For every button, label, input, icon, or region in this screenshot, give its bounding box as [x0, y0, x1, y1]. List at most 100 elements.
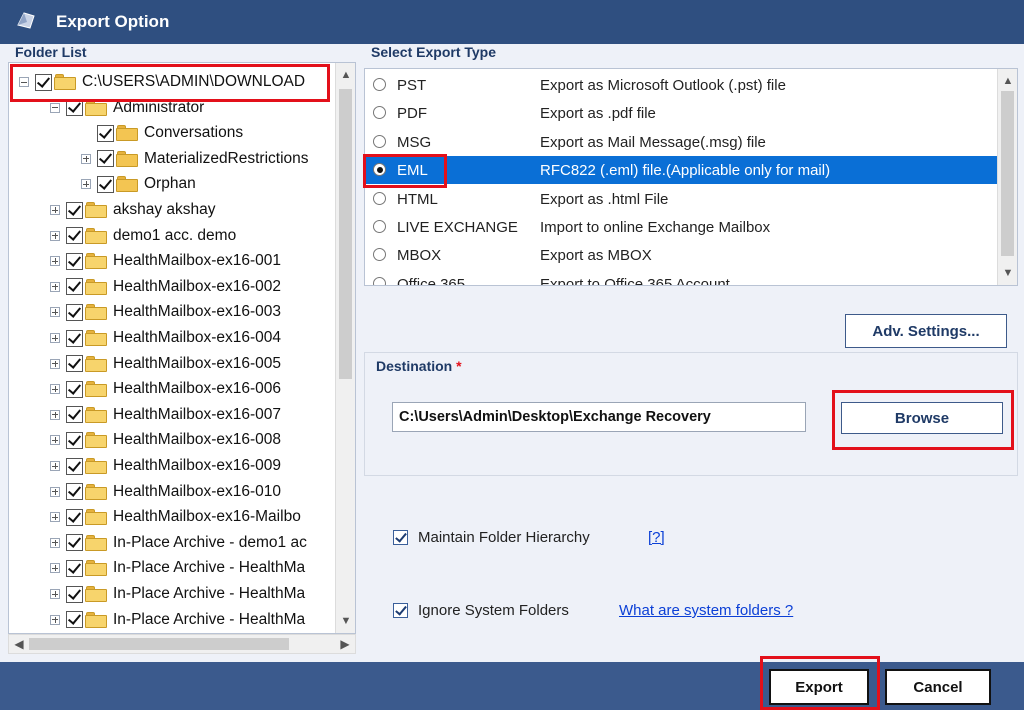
folder-checkbox[interactable] — [66, 355, 83, 373]
folder-tree-item[interactable]: Administrator — [50, 96, 204, 120]
expand-icon[interactable] — [50, 614, 60, 625]
expand-icon[interactable] — [50, 563, 60, 574]
folder-checkbox[interactable] — [66, 380, 83, 398]
scroll-down-icon[interactable]: ▼ — [336, 611, 355, 631]
folder-checkbox[interactable] — [66, 278, 83, 296]
folder-checkbox[interactable] — [66, 457, 83, 475]
folder-checkbox[interactable] — [66, 508, 83, 526]
expand-icon[interactable] — [50, 358, 60, 369]
folder-checkbox[interactable] — [66, 534, 83, 552]
tree-horizontal-scrollbar[interactable]: ◀ ▶ — [8, 634, 356, 654]
hscroll-thumb[interactable] — [29, 638, 289, 650]
expand-icon[interactable] — [50, 281, 60, 292]
scroll-up-icon[interactable]: ▲ — [336, 65, 355, 85]
radio-button[interactable] — [373, 78, 386, 91]
expand-icon[interactable] — [50, 384, 60, 395]
folder-checkbox[interactable] — [66, 483, 83, 501]
folder-tree-item[interactable]: HealthMailbox-ex16-007 — [50, 403, 281, 427]
folder-checkbox[interactable] — [66, 252, 83, 270]
expand-icon[interactable] — [50, 307, 60, 318]
folder-checkbox[interactable] — [66, 99, 83, 117]
scroll-up-icon[interactable]: ▲ — [998, 71, 1017, 91]
folder-tree-item[interactable]: demo1 acc. demo — [50, 224, 236, 248]
export-type-option[interactable]: LIVE EXCHANGE Import to online Exchange M… — [365, 213, 997, 241]
destination-path-field[interactable]: C:\Users\Admin\Desktop\Exchange Recovery — [392, 402, 806, 432]
export-button[interactable]: Export — [769, 669, 869, 705]
folder-tree-item[interactable]: HealthMailbox-ex16-Mailbo — [50, 505, 301, 529]
expand-icon[interactable] — [50, 435, 60, 446]
cancel-button[interactable]: Cancel — [885, 669, 991, 705]
folder-checkbox[interactable] — [66, 201, 83, 219]
folder-tree-item[interactable]: In-Place Archive - demo1 ac — [50, 531, 307, 555]
scroll-thumb[interactable] — [1001, 91, 1014, 256]
browse-button[interactable]: Browse — [841, 402, 1003, 434]
folder-checkbox[interactable] — [66, 559, 83, 577]
scroll-down-icon[interactable]: ▼ — [998, 263, 1017, 283]
folder-tree-item[interactable]: HealthMailbox-ex16-008 — [50, 428, 281, 452]
adv-settings-button[interactable]: Adv. Settings... — [845, 314, 1007, 348]
folder-tree-item[interactable]: HealthMailbox-ex16-001 — [50, 249, 281, 273]
maintain-hierarchy-checkbox[interactable] — [393, 530, 408, 545]
folder-tree-item[interactable]: HealthMailbox-ex16-004 — [50, 326, 281, 350]
folder-checkbox[interactable] — [35, 73, 52, 91]
export-type-option[interactable]: PST Export as Microsoft Outlook (.pst) fi… — [365, 71, 997, 99]
folder-tree-item[interactable]: In-Place Archive - HealthMa — [50, 582, 305, 606]
folder-checkbox[interactable] — [97, 150, 114, 168]
radio-button[interactable] — [373, 220, 386, 233]
folder-tree-item[interactable]: HealthMailbox-ex16-003 — [50, 300, 281, 324]
scroll-right-icon[interactable]: ▶ — [336, 635, 354, 653]
radio-button[interactable] — [373, 134, 386, 148]
expand-icon[interactable] — [50, 589, 60, 599]
folder-tree[interactable]: ▲ ▼ C:\USERS\ADMIN\DOWNLOAD Administrator… — [8, 62, 356, 634]
folder-checkbox[interactable] — [66, 303, 83, 321]
scroll-thumb[interactable] — [339, 89, 352, 379]
folder-checkbox[interactable] — [66, 611, 83, 629]
folder-tree-item[interactable]: HealthMailbox-ex16-010 — [50, 480, 281, 504]
system-folders-help-link[interactable]: What are system folders ? — [619, 602, 793, 619]
radio-button[interactable] — [373, 191, 386, 205]
export-type-option[interactable]: Office 365 Export to Office 365 Account — [365, 270, 997, 285]
expand-icon[interactable] — [50, 486, 60, 497]
expand-icon[interactable] — [50, 256, 60, 267]
tree-vertical-scrollbar[interactable]: ▲ ▼ — [335, 63, 355, 633]
folder-tree-item[interactable]: In-Place Archive - HealthMa — [50, 556, 305, 580]
hierarchy-help-link[interactable]: [?] — [648, 529, 665, 546]
folder-tree-item[interactable]: Conversations — [81, 121, 243, 145]
ignore-system-checkbox[interactable] — [393, 603, 408, 618]
export-type-list[interactable]: Office 365 Export to Office 365 Account MB… — [364, 68, 1018, 286]
folder-tree-item[interactable]: HealthMailbox-ex16-005 — [50, 352, 281, 376]
folder-checkbox[interactable] — [66, 431, 83, 449]
expand-icon[interactable] — [81, 179, 91, 190]
folder-checkbox[interactable] — [66, 406, 83, 424]
folder-checkbox[interactable] — [66, 329, 83, 347]
collapse-icon[interactable] — [50, 102, 60, 113]
radio-button[interactable] — [373, 248, 386, 262]
folder-checkbox[interactable] — [97, 175, 114, 193]
folder-tree-item[interactable]: HealthMailbox-ex16-006 — [50, 377, 281, 401]
scroll-left-icon[interactable]: ◀ — [10, 635, 28, 653]
export-type-option[interactable]: PDF Export as .pdf file — [365, 99, 997, 127]
expand-icon[interactable] — [50, 512, 60, 523]
expand-icon[interactable] — [50, 537, 60, 548]
folder-tree-item[interactable]: Orphan — [81, 172, 196, 196]
folder-checkbox[interactable] — [66, 585, 83, 603]
folder-tree-item[interactable]: akshay akshay — [50, 198, 216, 222]
type-list-scrollbar[interactable]: ▲ ▼ — [997, 69, 1017, 285]
expand-icon[interactable] — [50, 333, 60, 343]
maintain-hierarchy-option[interactable]: Maintain Folder Hierarchy — [393, 529, 590, 546]
radio-button[interactable] — [373, 276, 386, 285]
expand-icon[interactable] — [50, 409, 60, 420]
radio-button[interactable] — [373, 163, 386, 177]
export-type-option[interactable]: HTML Export as .html File — [365, 185, 997, 213]
export-type-option[interactable]: EML RFC822 (.eml) file.(Applicable only f… — [365, 156, 997, 185]
export-type-option[interactable]: MBOX Export as MBOX — [365, 241, 997, 269]
folder-tree-item[interactable]: MaterializedRestrictions — [81, 147, 309, 171]
folder-tree-item[interactable]: HealthMailbox-ex16-009 — [50, 454, 281, 478]
expand-icon[interactable] — [50, 461, 60, 471]
collapse-icon[interactable] — [19, 77, 29, 87]
folder-tree-item[interactable]: In-Place Archive - HealthMa — [50, 608, 305, 632]
expand-icon[interactable] — [81, 153, 91, 164]
ignore-system-option[interactable]: Ignore System Folders — [393, 602, 569, 619]
folder-checkbox[interactable] — [97, 124, 114, 142]
folder-tree-item[interactable]: HealthMailbox-ex16-002 — [50, 275, 281, 299]
